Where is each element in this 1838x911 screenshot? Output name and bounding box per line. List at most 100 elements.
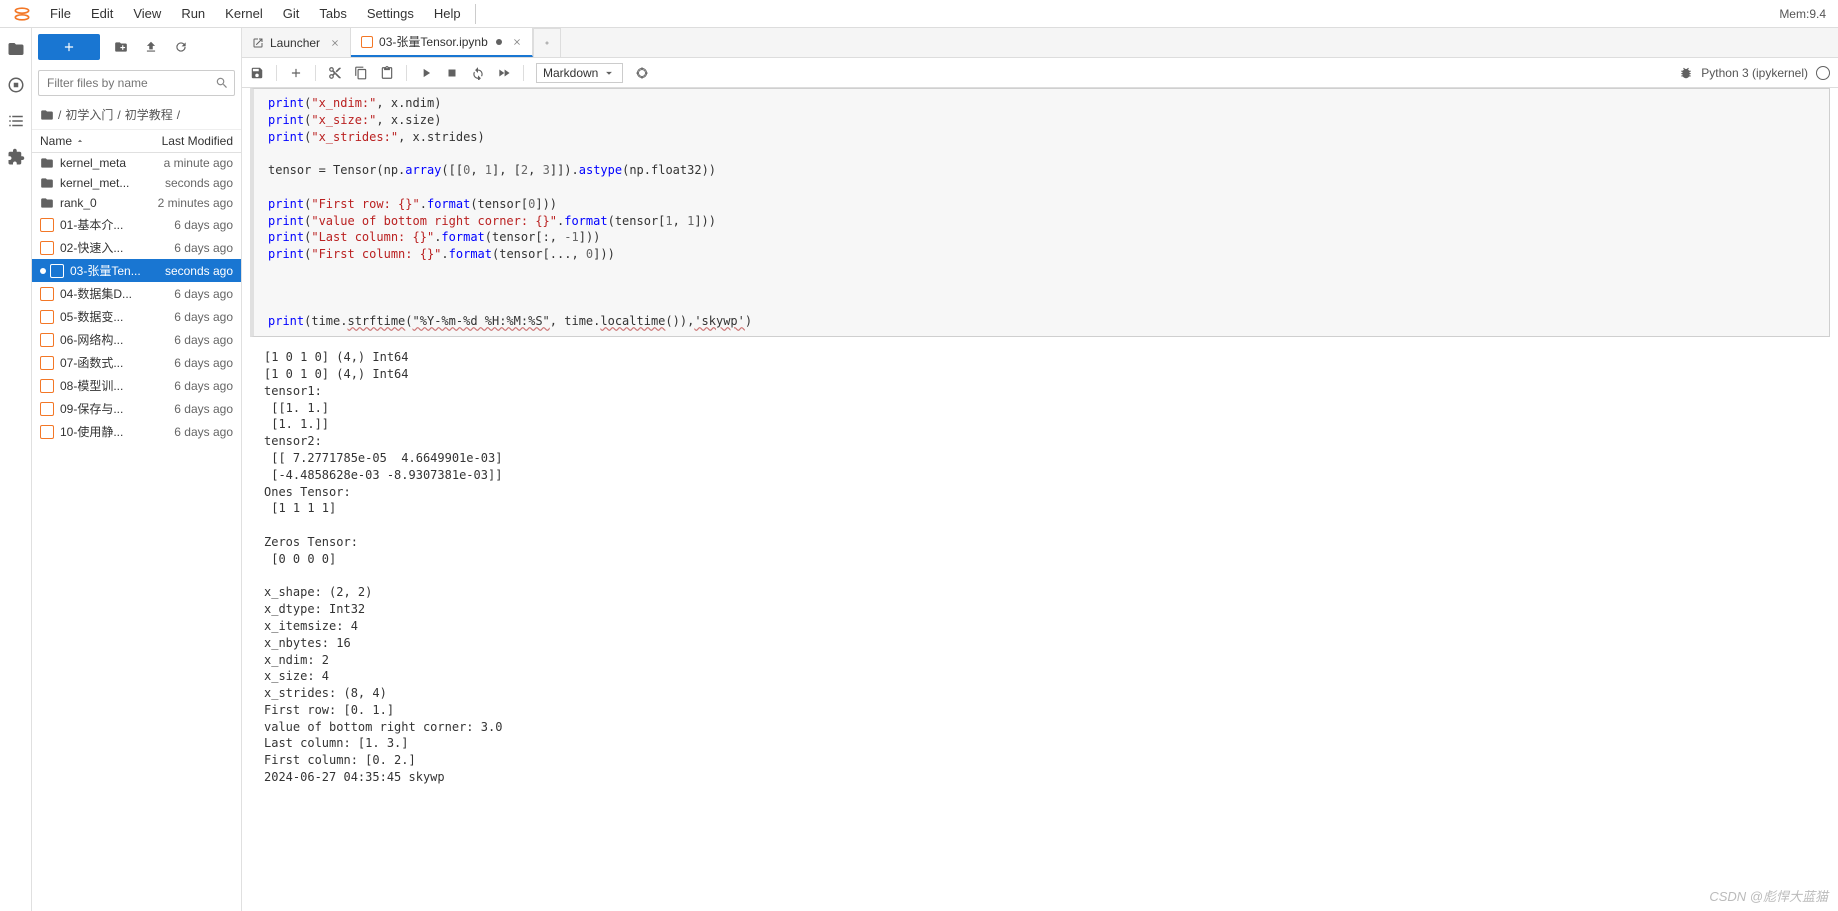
col-name: Name bbox=[40, 134, 72, 148]
file-modified: 2 minutes ago bbox=[158, 196, 233, 210]
folder-icon bbox=[40, 108, 54, 122]
menu-settings[interactable]: Settings bbox=[357, 2, 424, 25]
notebook-area: print("x_ndim:", x.ndim) print("x_size:"… bbox=[242, 88, 1838, 911]
file-modified: seconds ago bbox=[165, 264, 233, 278]
paste-icon[interactable] bbox=[380, 66, 394, 80]
code-cell[interactable]: print("x_ndim:", x.ndim) print("x_size:"… bbox=[250, 88, 1830, 337]
file-name: 10-使用静... bbox=[60, 423, 168, 440]
tab[interactable]: Launcher bbox=[242, 28, 351, 57]
menu-run[interactable]: Run bbox=[171, 2, 215, 25]
upload-icon[interactable] bbox=[144, 40, 158, 54]
file-modified: 6 days ago bbox=[174, 218, 233, 232]
file-row[interactable]: 03-张量Ten... seconds ago bbox=[32, 259, 241, 282]
file-modified: seconds ago bbox=[165, 176, 233, 190]
notebook-icon bbox=[40, 356, 54, 370]
file-name: 07-函数式... bbox=[60, 354, 168, 371]
file-browser: / 初学入门 / 初学教程 / Name Last Modified kernel_me… bbox=[32, 28, 242, 911]
tab-bar: Launcher 03-张量Tensor.ipynb bbox=[242, 28, 1838, 58]
menu-view[interactable]: View bbox=[123, 2, 171, 25]
file-row[interactable]: 07-函数式... 6 days ago bbox=[32, 351, 241, 374]
folder-icon bbox=[40, 156, 54, 170]
file-name: 01-基本介... bbox=[60, 216, 168, 233]
file-row[interactable]: kernel_met... seconds ago bbox=[32, 173, 241, 193]
menu-file[interactable]: File bbox=[40, 2, 81, 25]
cell-type-select[interactable]: Markdown bbox=[536, 63, 623, 83]
menubar: FileEditViewRunKernelGitTabsSettingsHelp… bbox=[0, 0, 1838, 28]
file-name: kernel_met... bbox=[60, 176, 159, 190]
add-tab-button[interactable] bbox=[533, 28, 561, 57]
file-name: 05-数据变... bbox=[60, 308, 168, 325]
dirty-dot-icon bbox=[40, 268, 46, 274]
menu-git[interactable]: Git bbox=[273, 2, 310, 25]
search-icon bbox=[215, 76, 229, 90]
restart-icon[interactable] bbox=[471, 66, 485, 80]
breadcrumb-seg[interactable]: / bbox=[117, 108, 120, 122]
filter-input[interactable] bbox=[38, 70, 235, 96]
breadcrumb[interactable]: / 初学入门 / 初学教程 / bbox=[32, 100, 241, 130]
running-icon[interactable] bbox=[7, 76, 25, 94]
file-row[interactable]: 04-数据集D...6 days ago bbox=[32, 282, 241, 305]
notebook-icon bbox=[361, 36, 373, 48]
toc-icon[interactable] bbox=[7, 112, 25, 130]
debug-icon[interactable] bbox=[1679, 66, 1693, 80]
close-icon[interactable] bbox=[330, 38, 340, 48]
file-row[interactable]: 08-模型训...6 days ago bbox=[32, 374, 241, 397]
extensions-icon[interactable] bbox=[7, 148, 25, 166]
notebook-toolbar: Markdown Python 3 (ipykernel) bbox=[242, 58, 1838, 88]
kernel-name[interactable]: Python 3 (ipykernel) bbox=[1701, 66, 1808, 80]
notebook-icon bbox=[40, 425, 54, 439]
add-cell-icon[interactable] bbox=[289, 66, 303, 80]
tab[interactable]: 03-张量Tensor.ipynb bbox=[351, 28, 533, 57]
menu-tabs[interactable]: Tabs bbox=[309, 2, 356, 25]
file-name: 03-张量Ten... bbox=[70, 262, 159, 279]
file-row[interactable]: 09-保存与...6 days ago bbox=[32, 397, 241, 420]
copy-icon[interactable] bbox=[354, 66, 368, 80]
file-row[interactable]: kernel_metaa minute ago bbox=[32, 153, 241, 173]
breadcrumb-seg[interactable]: / bbox=[58, 108, 61, 122]
breadcrumb-seg[interactable]: / bbox=[177, 108, 180, 122]
file-name: 08-模型训... bbox=[60, 377, 168, 394]
chevron-down-icon bbox=[602, 66, 616, 80]
file-row[interactable]: 06-网络构...6 days ago bbox=[32, 328, 241, 351]
plus-icon bbox=[544, 37, 550, 49]
menu-divider bbox=[475, 4, 476, 24]
notebook-icon bbox=[40, 402, 54, 416]
breadcrumb-seg[interactable]: 初学教程 bbox=[125, 106, 173, 123]
file-name: kernel_meta bbox=[60, 156, 158, 170]
new-launcher-button[interactable] bbox=[38, 34, 100, 60]
kernel-status-icon[interactable] bbox=[1816, 66, 1830, 80]
close-icon[interactable] bbox=[512, 37, 522, 47]
notebook-icon bbox=[40, 333, 54, 347]
tab-label: 03-张量Tensor.ipynb bbox=[379, 33, 488, 50]
file-modified: 6 days ago bbox=[174, 287, 233, 301]
save-icon[interactable] bbox=[250, 66, 264, 80]
file-list-header[interactable]: Name Last Modified bbox=[32, 130, 241, 153]
notebook-icon bbox=[40, 287, 54, 301]
file-row[interactable]: 02-快速入...6 days ago bbox=[32, 236, 241, 259]
file-modified: 6 days ago bbox=[174, 425, 233, 439]
menu-help[interactable]: Help bbox=[424, 2, 471, 25]
file-row[interactable]: 10-使用静... 6 days ago bbox=[32, 420, 241, 443]
file-modified: 6 days ago bbox=[174, 356, 233, 370]
stop-icon[interactable] bbox=[445, 66, 459, 80]
breadcrumb-seg[interactable]: 初学入门 bbox=[65, 106, 113, 123]
cut-icon[interactable] bbox=[328, 66, 342, 80]
menu-kernel[interactable]: Kernel bbox=[215, 2, 273, 25]
folder-icon[interactable] bbox=[7, 40, 25, 58]
file-name: rank_0 bbox=[60, 196, 152, 210]
refresh-icon[interactable] bbox=[174, 40, 188, 54]
watermark: CSDN @彪悍大蓝猫 bbox=[1709, 886, 1828, 905]
render-icon[interactable] bbox=[635, 66, 649, 80]
jupyter-logo-icon bbox=[12, 4, 32, 24]
file-modified: 6 days ago bbox=[174, 241, 233, 255]
file-row[interactable]: 01-基本介... 6 days ago bbox=[32, 213, 241, 236]
file-row[interactable]: rank_0 2 minutes ago bbox=[32, 193, 241, 213]
new-folder-icon[interactable] bbox=[114, 40, 128, 54]
file-row[interactable]: 05-数据变...6 days ago bbox=[32, 305, 241, 328]
fast-forward-icon[interactable] bbox=[497, 66, 511, 80]
folder-icon bbox=[40, 176, 54, 190]
col-modified: Last Modified bbox=[162, 134, 233, 148]
file-list: kernel_metaa minute agokernel_met...seco… bbox=[32, 153, 241, 911]
menu-edit[interactable]: Edit bbox=[81, 2, 123, 25]
run-icon[interactable] bbox=[419, 66, 433, 80]
